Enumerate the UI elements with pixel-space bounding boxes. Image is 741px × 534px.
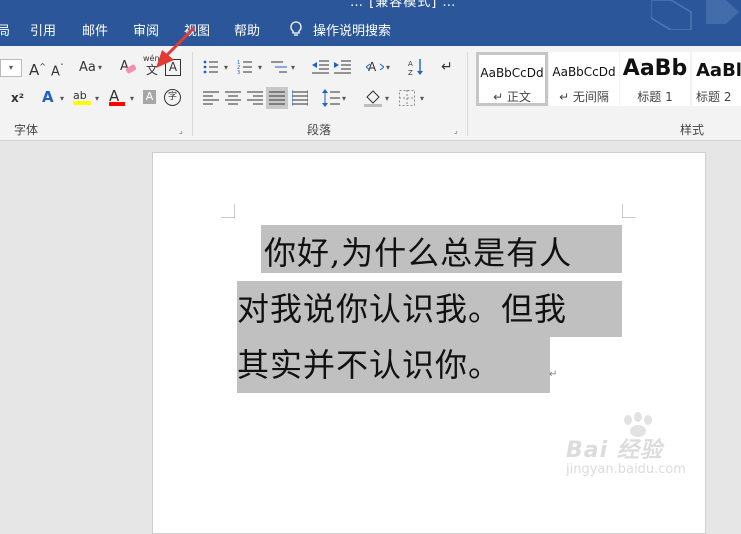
chevron-down-icon[interactable]: ▾ xyxy=(98,63,102,72)
tab-layout[interactable]: 局 xyxy=(0,20,10,39)
justify-button[interactable] xyxy=(266,87,288,109)
multilevel-list-icon[interactable] xyxy=(271,59,287,75)
line-spacing-icon[interactable] xyxy=(322,89,340,107)
align-left-icon[interactable] xyxy=(203,91,219,105)
group-separator xyxy=(192,52,193,136)
watermark: Bai 经验 jingyan.baidu.com xyxy=(566,412,686,477)
lightbulb-icon[interactable] xyxy=(289,21,303,37)
tab-help[interactable]: 帮助 xyxy=(234,20,260,39)
text-line[interactable]: 你好,为什么总是有人 xyxy=(264,228,572,274)
sort-icon[interactable]: AZ xyxy=(408,58,424,76)
chevron-down-icon[interactable]: ▾ xyxy=(60,94,64,103)
align-center-icon[interactable] xyxy=(225,91,241,105)
decorative-pattern xyxy=(651,0,739,30)
style-heading-2[interactable]: AaBl 标题 2 xyxy=(692,52,741,106)
text-effects-icon[interactable]: A xyxy=(42,89,54,105)
increase-indent-icon[interactable] xyxy=(334,59,351,75)
distributed-icon[interactable] xyxy=(292,90,308,106)
tab-references[interactable]: 引用 xyxy=(30,20,56,39)
style-no-spacing[interactable]: AaBbCcDd ↵ 无间隔 xyxy=(549,52,619,106)
watermark-url: jingyan.baidu.com xyxy=(566,462,686,477)
dialog-launcher-icon[interactable]: ⌟ xyxy=(179,127,187,135)
text-line[interactable]: 其实并不认识你。 xyxy=(237,340,501,386)
chevron-down-icon[interactable]: ▾ xyxy=(9,63,13,72)
style-normal[interactable]: AaBbCcDd ↵ 正文 xyxy=(476,52,548,106)
paw-logo xyxy=(624,412,652,437)
superscript-icon[interactable]: x² xyxy=(11,90,24,106)
window-title-fragment: … [兼容模式] … xyxy=(350,0,457,10)
styles-group-label: 样式 xyxy=(680,123,705,137)
highlight-icon[interactable]: ab xyxy=(73,88,91,106)
show-marks-icon[interactable]: ↵ xyxy=(441,59,453,75)
svg-text:A: A xyxy=(408,60,413,68)
grow-font-icon[interactable]: A^ xyxy=(29,59,46,78)
align-right-icon[interactable] xyxy=(247,91,263,105)
shrink-font-icon[interactable]: Aˇ xyxy=(51,60,64,80)
font-group-label: 字体 xyxy=(14,123,39,137)
chevron-down-icon[interactable]: ▾ xyxy=(291,63,295,72)
svg-text:A: A xyxy=(368,60,377,74)
bullets-icon[interactable] xyxy=(203,59,219,75)
text-line[interactable]: 对我说你认识我。但我 xyxy=(237,284,567,330)
chevron-down-icon[interactable]: ▾ xyxy=(385,94,389,103)
watermark-brand: Bai 经验 xyxy=(566,438,663,463)
margin-corner-mark xyxy=(221,204,235,218)
justify-icon xyxy=(269,91,285,105)
char-shading-icon[interactable]: A xyxy=(143,90,156,104)
chevron-down-icon[interactable]: ▾ xyxy=(386,63,390,72)
change-case-icon[interactable]: Aa xyxy=(79,60,96,76)
numbering-icon[interactable]: 123 xyxy=(237,59,253,75)
group-separator xyxy=(467,52,468,136)
clear-formatting-icon[interactable]: A xyxy=(120,59,138,77)
decrease-indent-icon[interactable] xyxy=(312,59,329,75)
dialog-launcher-icon[interactable]: ⌟ xyxy=(454,127,462,135)
enclose-char-icon[interactable]: 字 xyxy=(164,89,181,106)
borders-icon[interactable] xyxy=(399,90,415,106)
chinese-layout-icon[interactable]: A xyxy=(366,59,384,75)
margin-corner-mark xyxy=(622,204,636,218)
paragraph-mark: ↵ xyxy=(549,369,558,380)
chevron-down-icon[interactable]: ▾ xyxy=(342,94,346,103)
chevron-down-icon[interactable]: ▾ xyxy=(95,94,99,103)
tab-mailings[interactable]: 邮件 xyxy=(82,20,108,39)
svg-text:Z: Z xyxy=(408,69,413,76)
chevron-down-icon[interactable]: ▾ xyxy=(258,63,262,72)
tell-me-search[interactable]: 操作说明搜索 xyxy=(313,20,391,39)
style-heading-1[interactable]: AaBb 标题 1 xyxy=(620,52,690,106)
chevron-down-icon[interactable]: ▾ xyxy=(224,63,228,72)
ribbon: ▾ A^ Aˇ Aa ▾ A wén 文 A x² A ▾ ab ▾ A ▾ A… xyxy=(0,26,741,141)
shading-icon[interactable] xyxy=(364,89,382,107)
chevron-down-icon[interactable]: ▾ xyxy=(420,94,424,103)
svg-text:3: 3 xyxy=(237,70,240,75)
paragraph-group-label: 段落 xyxy=(307,123,332,137)
title-bar: … [兼容模式] … 局 引用 邮件 审阅 视图 帮助 操作说明搜索 xyxy=(0,0,741,46)
font-color-icon[interactable]: A xyxy=(109,88,125,106)
chevron-down-icon[interactable]: ▾ xyxy=(130,94,134,103)
